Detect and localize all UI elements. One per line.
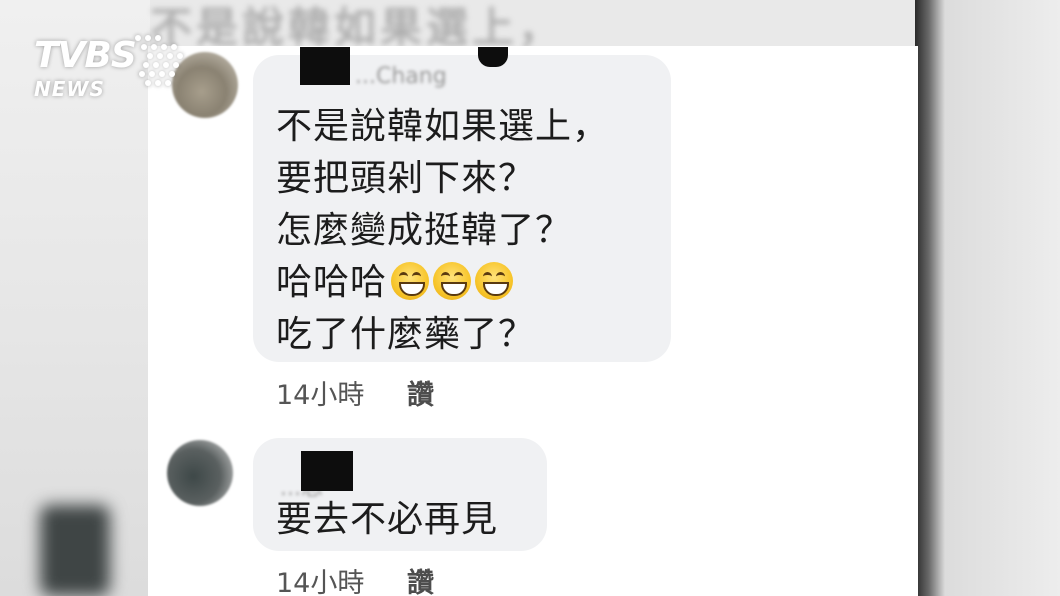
commenter-name[interactable]: ...Chang	[355, 64, 447, 89]
video-frame: 不是說韓如果選上， ...Chang 不是說韓如果選上， 要把頭剁下來？ 怎麼變…	[0, 0, 1060, 596]
like-button[interactable]: 讚	[407, 561, 434, 596]
commenter-avatar[interactable]	[167, 440, 233, 506]
blurred-object	[40, 505, 110, 596]
comment-text: 要去不必再見	[276, 494, 498, 546]
grinning-face-icon	[433, 262, 472, 300]
logo-sub-text: NEWS	[34, 77, 105, 101]
comment-line: 怎麼變成挺韓了？	[276, 210, 573, 251]
name-redaction-block	[478, 47, 508, 67]
comment-meta: 14小時 讚	[276, 373, 434, 412]
comment-text: 不是說韓如果選上， 要把頭剁下來？ 怎麼變成挺韓了？ 哈哈哈 吃了什麼藥了？	[276, 101, 609, 361]
comment-line: 要去不必再見	[276, 499, 499, 540]
grinning-face-icon	[391, 262, 430, 300]
comment-line: 不是說韓如果選上，	[276, 106, 610, 147]
logo-dots-icon	[135, 35, 183, 86]
grinning-face-icon	[475, 262, 514, 300]
logo-main-text: TVBS	[34, 35, 137, 76]
comment-line: 吃了什麼藥了？	[276, 314, 536, 355]
like-button[interactable]: 讚	[407, 373, 434, 412]
name-redaction-block	[300, 47, 350, 85]
comment-timestamp[interactable]: 14小時	[276, 561, 364, 596]
tvbs-news-logo: TVBS NEWS	[34, 35, 183, 101]
comment-meta: 14小時 讚	[276, 561, 434, 596]
name-redaction-block	[301, 451, 353, 491]
comment-timestamp[interactable]: 14小時	[276, 373, 364, 412]
comment-line: 要把頭剁下來？	[276, 158, 536, 199]
comment-line: 哈哈哈	[276, 257, 609, 309]
blurred-background-right	[915, 0, 1060, 596]
